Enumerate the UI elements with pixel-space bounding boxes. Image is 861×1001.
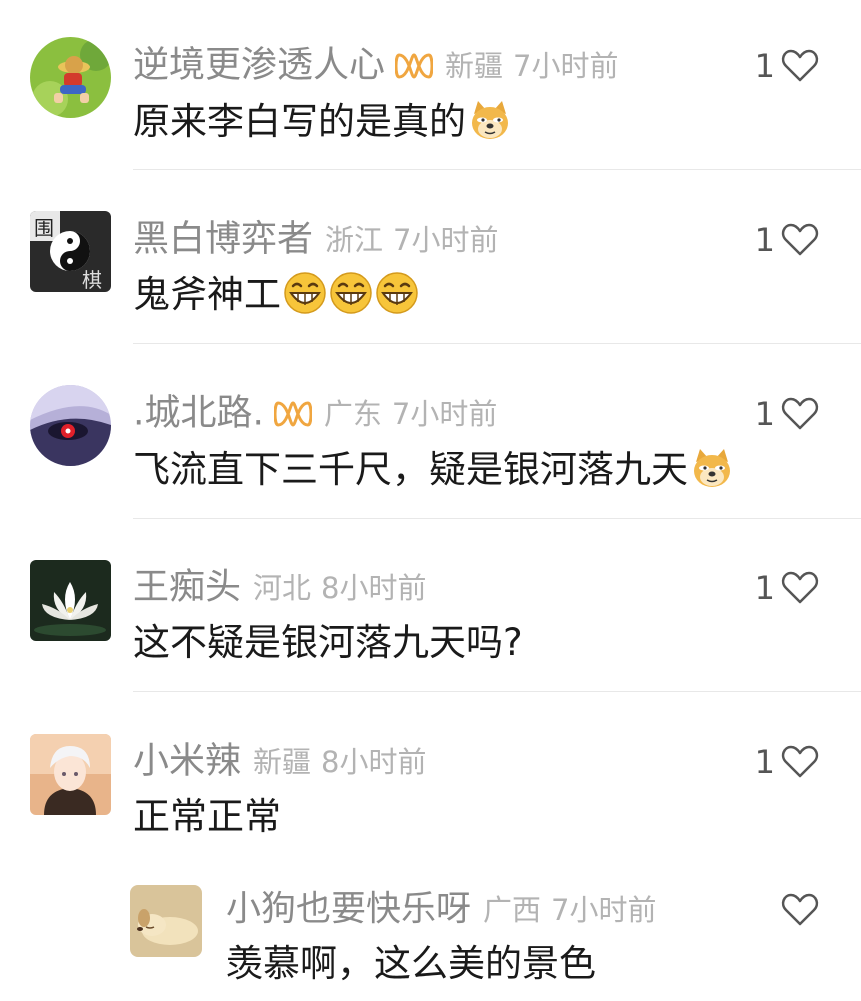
reply-item[interactable]: 小狗也要快乐呀 广西 7小时前 羡慕啊，这么美的景色 xyxy=(0,0,861,1001)
comment-text: 羡慕啊，这么美的景色 xyxy=(226,939,596,989)
username[interactable]: 小狗也要快乐呀 xyxy=(226,890,471,930)
comment-body: 羡慕啊，这么美的景色 xyxy=(226,942,596,985)
comment-list: 逆境更渗透人心 新疆 7小时前 原来李白写的是真的 1 围 棋 黑白博弈者 浙江 7小时… xyxy=(0,0,861,1001)
comment-meta: 小狗也要快乐呀 广西 7小时前 xyxy=(226,884,656,934)
heart-icon[interactable] xyxy=(781,893,819,927)
like-button[interactable] xyxy=(781,884,819,934)
sleeping-dog-avatar-icon xyxy=(130,885,202,957)
timestamp: 7小时前 xyxy=(551,892,657,927)
region-label: 广西 xyxy=(483,892,542,927)
avatar[interactable] xyxy=(130,885,202,957)
